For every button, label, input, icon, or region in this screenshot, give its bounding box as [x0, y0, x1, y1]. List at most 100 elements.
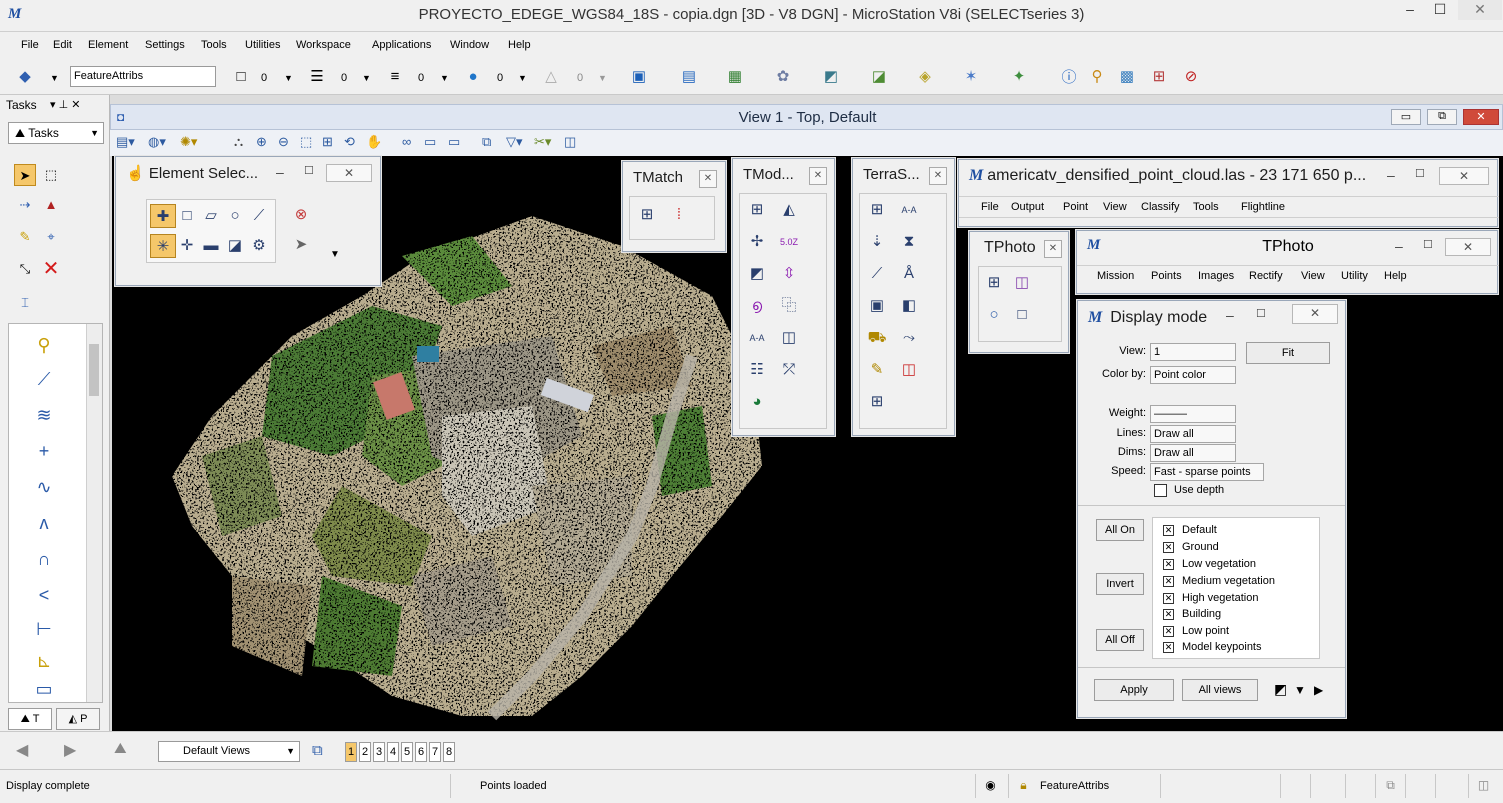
view-group-combo[interactable]: Default Views ▼	[158, 741, 300, 762]
view-button-7[interactable]: 7	[429, 742, 441, 762]
view-button-4[interactable]: 4	[387, 742, 399, 762]
menu-file[interactable]: File	[981, 201, 999, 213]
menu-view[interactable]: View	[1103, 201, 1127, 213]
class-icon[interactable]: △	[540, 65, 562, 87]
weight-field[interactable]: ———	[1150, 405, 1236, 423]
menu-utility[interactable]: Utility	[1341, 270, 1368, 282]
section-icon[interactable]: A-A	[896, 198, 922, 222]
walk-icon[interactable]: ∞	[402, 134, 411, 149]
close-button[interactable]: ✕	[809, 167, 827, 185]
lock-icon[interactable]: 🔒︎	[1008, 774, 1038, 798]
forward-icon[interactable]: ▶	[64, 740, 76, 760]
place-smartline-icon[interactable]: ʌ	[29, 508, 59, 538]
pencil-icon[interactable]: ✎	[864, 358, 890, 382]
close-button[interactable]: ✕	[1445, 238, 1491, 256]
use-depth-checkbox[interactable]	[1154, 484, 1167, 497]
menu-view[interactable]: View	[1301, 270, 1325, 282]
cube-icon[interactable]: ◫	[1009, 271, 1035, 295]
view-button-8[interactable]: 8	[443, 742, 455, 762]
view-restore-button[interactable]: ⧉	[1427, 109, 1457, 125]
circle-icon[interactable]: ○	[981, 303, 1007, 327]
view-minimize-button[interactable]: ▭	[1391, 109, 1421, 125]
deselect-all-icon[interactable]: ⊗	[288, 203, 314, 227]
rendering-icon[interactable]: ◩	[820, 65, 842, 87]
message-center-icon[interactable]: ◫	[1468, 774, 1498, 798]
view-attributes-icon[interactable]: ▤▾	[116, 134, 135, 150]
place-tool-icon[interactable]: ⌖	[40, 226, 62, 248]
level-icon[interactable]: ●	[462, 65, 484, 87]
settings-icon[interactable]: ◩	[1274, 681, 1287, 698]
menu-edit[interactable]: Edit	[53, 39, 72, 51]
clear-selection-icon[interactable]: ⚙	[246, 234, 272, 258]
calculator-icon[interactable]: ▩	[1116, 65, 1138, 87]
spacing-icon[interactable]: ⇳	[776, 262, 802, 286]
chevron-down-icon[interactable]: ▼	[440, 73, 449, 83]
measure-tool-icon[interactable]: ⌶	[14, 292, 36, 314]
info-icon[interactable]: ⓘ	[1058, 65, 1080, 87]
color-by-field[interactable]: Point color	[1150, 366, 1236, 384]
tab-tasks[interactable]: ⛰ T	[8, 708, 52, 730]
chevron-down-icon[interactable]: ▼	[1294, 683, 1306, 697]
line-weight-icon[interactable]: ≡	[384, 65, 406, 87]
fit-button[interactable]: Fit	[1246, 342, 1330, 364]
point-icon[interactable]: ⇣	[864, 230, 890, 254]
design-model-icon[interactable]: ⧉	[1375, 774, 1405, 798]
camera-icon[interactable]: ✂▾	[534, 134, 551, 150]
table-icon[interactable]: ☷	[744, 358, 770, 382]
display-style-icon[interactable]: ◍▾	[148, 134, 166, 150]
new-selection-icon[interactable]: ✳	[150, 234, 176, 258]
place-arc-icon[interactable]: ∩	[29, 544, 59, 574]
zoom-in-icon[interactable]: ⊕	[256, 134, 267, 150]
tab-photo[interactable]: ◭ P	[56, 708, 100, 730]
chevron-down-icon[interactable]: ▼	[330, 249, 340, 260]
tool-list-scrollbar[interactable]	[86, 324, 102, 702]
all-views-button[interactable]: All views	[1182, 679, 1258, 701]
reference-icon[interactable]: ✿	[772, 65, 794, 87]
tools-icon[interactable]: ✦	[1008, 65, 1030, 87]
disable-icon[interactable]: ⊘	[1180, 65, 1202, 87]
class-item-ground[interactable]: ✕ Ground	[1163, 539, 1219, 555]
scrollbar-thumb[interactable]	[89, 344, 99, 396]
menu-classify[interactable]: Classify	[1141, 201, 1180, 213]
surface-icon[interactable]: ◭	[776, 198, 802, 222]
scale-tool-icon[interactable]: ⤡	[14, 258, 36, 280]
place-curve-icon[interactable]: ∿	[29, 472, 59, 502]
maximize-button[interactable]: ☐	[1428, 0, 1452, 20]
minimize-icon[interactable]: –	[1387, 167, 1395, 183]
menu-settings[interactable]: Settings	[145, 39, 185, 51]
menu-point[interactable]: Point	[1063, 201, 1088, 213]
shape-mode-icon[interactable]: ▱	[198, 204, 224, 228]
menu-images[interactable]: Images	[1198, 270, 1234, 282]
layers-icon[interactable]: ◈	[914, 65, 936, 87]
menu-utilities[interactable]: Utilities	[245, 39, 280, 51]
place-multiline-icon[interactable]: ≋	[29, 400, 59, 430]
draw-line-icon[interactable]: ⟋	[864, 262, 890, 286]
apply-button[interactable]: Apply	[1094, 679, 1174, 701]
tie-line-icon[interactable]: ⁞	[666, 203, 692, 227]
element-selection-icon[interactable]: ▣	[628, 65, 650, 87]
snap-mode-icon[interactable]: ◉	[975, 774, 1005, 798]
maximize-icon[interactable]: ☐	[1423, 238, 1433, 251]
block-mode-icon[interactable]: □	[174, 204, 200, 228]
select-element-icon[interactable]: ➤	[14, 164, 36, 186]
individual-mode-icon[interactable]: ✚	[150, 204, 176, 228]
feature-combo[interactable]: FeatureAttribs	[70, 66, 216, 87]
rotate-view-icon[interactable]: ⟲	[344, 134, 355, 150]
class-list[interactable]: ✕ Default ✕ Ground ✕ Low vegetation ✕ Medium…	[1152, 517, 1320, 659]
class-item-medium-vegetation[interactable]: ✕ Medium vegetation	[1163, 573, 1275, 589]
close-button[interactable]: ✕	[929, 167, 947, 185]
dims-field[interactable]: Draw all	[1150, 444, 1236, 462]
chevron-right-icon[interactable]: ▶	[1314, 683, 1323, 697]
cross-point-icon[interactable]: ✢	[744, 230, 770, 254]
class-item-high-vegetation[interactable]: ✕ High vegetation	[1163, 590, 1258, 606]
class-item-model-keypoints[interactable]: ✕ Model keypoints	[1163, 639, 1262, 655]
grid-icon[interactable]: ⊞	[1148, 65, 1170, 87]
line-style-icon[interactable]: ☰	[306, 65, 328, 87]
place-cross-icon[interactable]: +	[29, 436, 59, 466]
delete-tool-icon[interactable]: ✕	[40, 258, 62, 280]
view-field[interactable]: 1	[1150, 343, 1236, 361]
vehicle-icon[interactable]: ⛟	[864, 326, 890, 350]
maximize-icon[interactable]: ☐	[304, 164, 314, 177]
all-off-button[interactable]: All Off	[1096, 629, 1144, 651]
select-pointer-icon[interactable]: ➤	[288, 233, 314, 257]
